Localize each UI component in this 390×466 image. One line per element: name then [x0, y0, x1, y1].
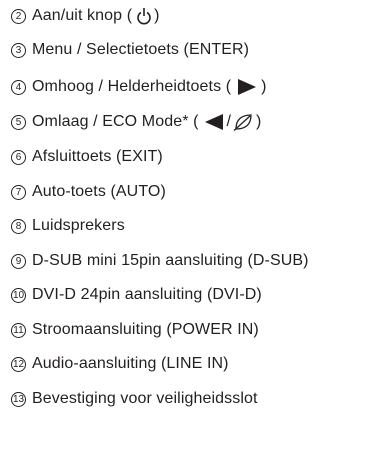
- item-label: Afsluittoets (EXIT): [32, 148, 163, 165]
- item-number: 10: [11, 287, 26, 303]
- list-item: 10 DVI-D 24pin aansluiting (DVI-D): [11, 284, 262, 306]
- item-label-after: ): [154, 7, 160, 24]
- list-item: 5 Omlaag / ECO Mode* ( / ): [11, 111, 261, 133]
- item-number: 8: [11, 218, 26, 234]
- item-label: Audio-aansluiting (LINE IN): [32, 355, 229, 372]
- list-item: 3 Menu / Selectietoets (ENTER): [11, 39, 249, 61]
- legend-list: 2 Aan/uit knop ( ) 3 Menu / Selectietoet…: [0, 0, 390, 466]
- triangle-right-icon: [237, 78, 257, 96]
- item-label-before: Aan/uit knop (: [32, 7, 133, 24]
- list-item: 9 D-SUB mini 15pin aansluiting (D-SUB): [11, 250, 309, 272]
- item-label: Menu / Selectietoets (ENTER): [32, 41, 250, 58]
- item-label-after: ): [256, 113, 262, 130]
- item-number: 13: [11, 391, 26, 407]
- item-number: 11: [11, 322, 26, 338]
- item-label-before: Omlaag / ECO Mode* (: [32, 113, 199, 130]
- item-label: Bevestiging voor veiligheidsslot: [32, 390, 258, 407]
- item-number: 3: [11, 42, 26, 58]
- item-label: DVI-D 24pin aansluiting (DVI-D): [32, 286, 262, 303]
- item-label-before: Omhoog / Helderheidtoets (: [32, 78, 232, 95]
- item-label-sep: /: [226, 113, 232, 130]
- list-item: 4 Omhoog / Helderheidtoets ( ): [11, 76, 267, 98]
- item-number: 4: [11, 79, 26, 95]
- triangle-left-icon: [204, 113, 224, 131]
- list-item: 13 Bevestiging voor veiligheidsslot: [11, 388, 258, 410]
- item-number: 12: [11, 356, 26, 372]
- item-label: Luidsprekers: [32, 217, 125, 234]
- item-number: 2: [11, 8, 26, 24]
- power-icon: [136, 7, 152, 25]
- eco-leaf-icon: [233, 113, 253, 131]
- list-item: 7 Auto-toets (AUTO): [11, 181, 166, 203]
- list-item: 12 Audio-aansluiting (LINE IN): [11, 353, 229, 375]
- item-number: 7: [11, 184, 26, 200]
- item-number: 6: [11, 149, 26, 165]
- list-item: 8 Luidsprekers: [11, 215, 125, 237]
- item-number: 5: [11, 114, 26, 130]
- list-item: 6 Afsluittoets (EXIT): [11, 146, 163, 168]
- list-item: 11 Stroomaansluiting (POWER IN): [11, 319, 259, 341]
- list-item: 2 Aan/uit knop ( ): [11, 5, 160, 27]
- item-label: D-SUB mini 15pin aansluiting (D-SUB): [32, 252, 309, 269]
- item-label-after: ): [261, 78, 267, 95]
- item-label: Stroomaansluiting (POWER IN): [32, 321, 259, 338]
- item-label: Auto-toets (AUTO): [32, 183, 166, 200]
- item-number: 9: [11, 253, 26, 269]
